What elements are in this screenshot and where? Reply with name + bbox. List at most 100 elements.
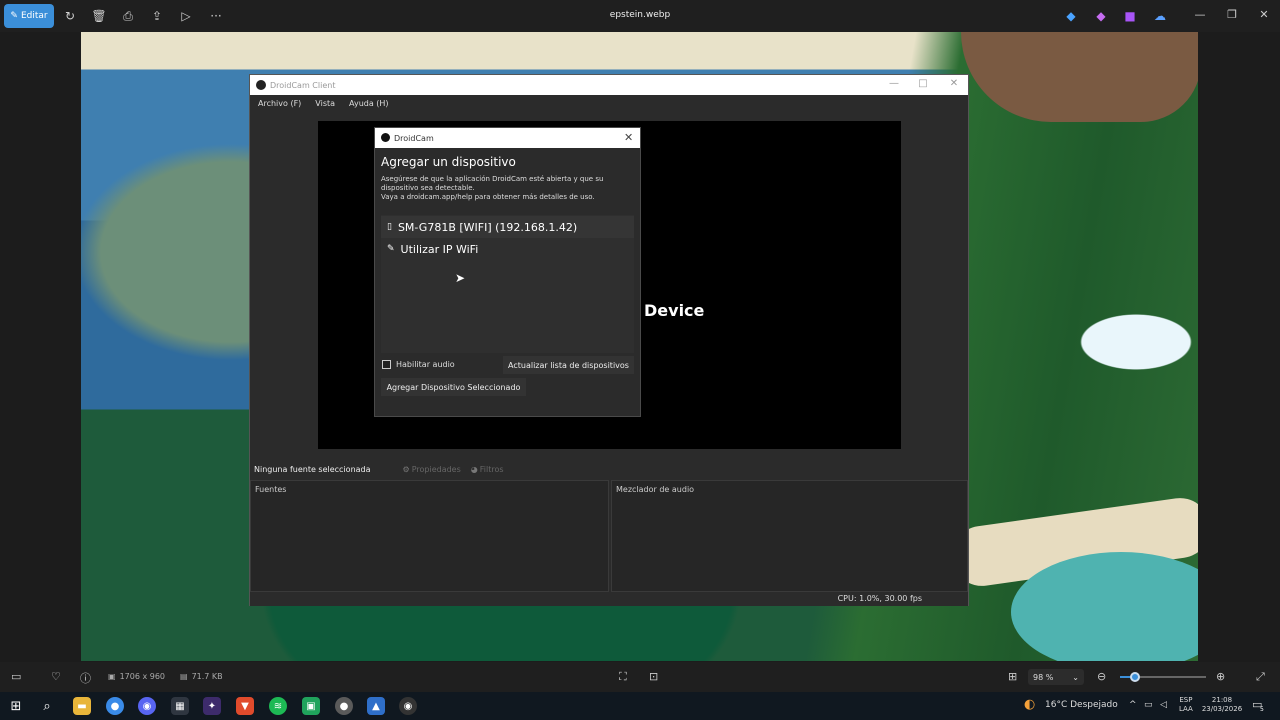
viewer-toolbar: ✎ Editar ↻ 🗑 ⎙ ⇪ ▷ ··· epstein.webp ◆ ◆ … bbox=[0, 0, 1280, 32]
volume-icon[interactable]: ◁ bbox=[1160, 700, 1167, 710]
file-icon: ▤ bbox=[180, 672, 188, 681]
chevron-down-icon: ⌄ bbox=[1072, 672, 1079, 682]
dialog-logo-icon bbox=[381, 133, 390, 142]
fullscreen-icon[interactable]: ⤢ bbox=[1256, 670, 1265, 684]
dialog-desc-2: dispositivo sea detectable. bbox=[381, 184, 475, 192]
properties-button[interactable]: ⚙ Propiedades bbox=[403, 465, 461, 474]
game-icon[interactable]: ✦ bbox=[203, 697, 221, 715]
app-icon-3[interactable]: ■ bbox=[1121, 7, 1139, 25]
dialog-desc-3: Vaya a droidcam.app/help para obtener má… bbox=[381, 193, 595, 201]
info-icon[interactable]: ⓘ bbox=[80, 670, 91, 686]
slideshow-icon[interactable]: ▷ bbox=[177, 7, 195, 25]
edit-icon: ✎ bbox=[387, 244, 395, 254]
clock[interactable]: 21:08 23/03/2026 bbox=[1200, 696, 1244, 714]
dimensions-value: 1706 x 960 bbox=[119, 672, 166, 681]
store-icon[interactable]: ▦ bbox=[171, 697, 189, 715]
preview-label: Device bbox=[644, 301, 705, 320]
filters-label: Filtros bbox=[479, 464, 504, 474]
actual-size-icon[interactable]: ⊞ bbox=[1008, 670, 1017, 683]
close-icon[interactable]: ✕ bbox=[1254, 8, 1274, 21]
checkbox-box bbox=[382, 360, 391, 369]
audio-checkbox[interactable]: Habilitar audio bbox=[382, 360, 455, 369]
device-list: ▯ SM-G781B [WIFI] (192.168.1.42) ✎ Utili… bbox=[381, 215, 634, 353]
delete-icon[interactable]: 🗑 bbox=[90, 7, 108, 25]
zoom-out-icon[interactable]: ⊖ bbox=[1097, 670, 1106, 683]
dc-maximize-icon[interactable]: □ bbox=[915, 78, 931, 89]
device-item-wifi-ip[interactable]: ✎ Utilizar IP WiFi bbox=[381, 238, 634, 260]
filters-button[interactable]: ◕ Filtros bbox=[471, 465, 504, 474]
file-size: ▤ 71.7 KB bbox=[180, 672, 223, 681]
device-label: Utilizar IP WiFi bbox=[400, 242, 479, 256]
app-green-icon[interactable]: ▣ bbox=[302, 697, 320, 715]
explorer-icon[interactable]: ▬ bbox=[73, 697, 91, 715]
dialog-title: DroidCam bbox=[394, 133, 434, 143]
restore-icon[interactable]: ❐ bbox=[1222, 8, 1242, 21]
add-device-button[interactable]: Agregar Dispositivo Seleccionado bbox=[381, 378, 526, 396]
zoom-value: 98 % bbox=[1033, 672, 1054, 682]
photo-rocks bbox=[961, 32, 1198, 122]
dialog-close-icon[interactable]: ✕ bbox=[624, 131, 633, 144]
cloud-icon[interactable]: ☁ bbox=[1151, 7, 1169, 25]
cursor-icon: ➤ bbox=[455, 271, 466, 285]
source-bar: Ninguna fuente seleccionada ⚙ Propiedade… bbox=[250, 458, 968, 480]
share-icon[interactable]: ⇪ bbox=[148, 7, 166, 25]
menu-vista[interactable]: Vista bbox=[315, 99, 335, 108]
app-icon-1[interactable]: ◆ bbox=[1062, 7, 1080, 25]
edit-label: Editar bbox=[20, 11, 48, 21]
dialog-heading: Agregar un dispositivo bbox=[381, 155, 516, 169]
droidcam-taskbar-icon[interactable]: ◉ bbox=[399, 697, 417, 715]
edit-button[interactable]: ✎ Editar bbox=[4, 4, 54, 28]
status-bar: CPU: 1.0%, 30.00 fps bbox=[250, 592, 968, 606]
windows-taskbar: ⊞ ⌕ ▬ ● ◉ ▦ ✦ ▼ ≋ ▣ ● ▲ ◉ ◐ 16°C Despeja… bbox=[0, 692, 1280, 720]
crop-icon[interactable]: ⊡ bbox=[649, 670, 658, 683]
image-dimensions: ▣ 1706 x 960 bbox=[108, 672, 165, 681]
photos-icon[interactable]: ▲ bbox=[367, 697, 385, 715]
fit-icon[interactable]: ⛶ bbox=[619, 670, 627, 684]
droidcam-logo-icon bbox=[256, 80, 266, 90]
add-device-dialog: DroidCam ✕ Agregar un dispositivo Asegúr… bbox=[374, 127, 641, 417]
pencil-icon: ✎ bbox=[10, 11, 18, 21]
brave-icon[interactable]: ▼ bbox=[236, 697, 254, 715]
search-icon[interactable]: ⌕ bbox=[38, 697, 56, 715]
weather-icon: ◐ bbox=[1024, 697, 1036, 712]
phone-icon: ▯ bbox=[387, 222, 392, 232]
zoom-in-icon[interactable]: ⊕ bbox=[1216, 670, 1225, 683]
language-indicator[interactable]: ESP LAA bbox=[1179, 696, 1193, 714]
dc-close-icon[interactable]: ✕ bbox=[946, 78, 962, 89]
sources-panel: Fuentes bbox=[250, 480, 609, 592]
weather-text[interactable]: 16°C Despejado bbox=[1045, 700, 1118, 710]
clock-time: 21:08 bbox=[1211, 696, 1233, 704]
chrome-icon[interactable]: ● bbox=[106, 697, 124, 715]
chrome-profile-icon[interactable]: ● bbox=[335, 697, 353, 715]
app-icon-2[interactable]: ◆ bbox=[1092, 7, 1110, 25]
device-item-phone[interactable]: ▯ SM-G781B [WIFI] (192.168.1.42) bbox=[381, 216, 634, 238]
menu-ayuda[interactable]: Ayuda (H) bbox=[349, 99, 389, 108]
filmstrip-icon[interactable]: ▭ bbox=[11, 670, 21, 683]
discord-icon[interactable]: ◉ bbox=[138, 697, 156, 715]
audio-label: Habilitar audio bbox=[396, 360, 455, 369]
network-icon[interactable]: ▭ bbox=[1144, 700, 1153, 710]
notification-count: 5 bbox=[1260, 706, 1264, 713]
menu-archivo[interactable]: Archivo (F) bbox=[258, 99, 301, 108]
tray-chevron-icon[interactable]: ^ bbox=[1129, 700, 1137, 710]
zoom-slider-thumb[interactable] bbox=[1130, 672, 1140, 682]
lang-top: ESP bbox=[1179, 696, 1193, 704]
refresh-devices-button[interactable]: Actualizar lista de dispositivos bbox=[503, 356, 634, 374]
zoom-select[interactable]: 98 % ⌄ bbox=[1028, 669, 1084, 685]
start-icon[interactable]: ⊞ bbox=[7, 697, 25, 715]
dc-minimize-icon[interactable]: — bbox=[886, 78, 902, 89]
lang-bottom: LAA bbox=[1179, 705, 1193, 713]
dialog-desc-1: Asegúrese de que la aplicación DroidCam … bbox=[381, 175, 604, 183]
more-icon[interactable]: ··· bbox=[207, 7, 225, 25]
rotate-icon[interactable]: ↻ bbox=[61, 7, 79, 25]
gear-icon: ⚙ bbox=[402, 464, 410, 474]
zoom-slider[interactable] bbox=[1120, 672, 1206, 682]
spotify-icon[interactable]: ≋ bbox=[269, 697, 287, 715]
print-icon[interactable]: ⎙ bbox=[119, 7, 137, 25]
viewer-bottombar: ▭ ♡ ⓘ ▣ 1706 x 960 ▤ 71.7 KB ⛶ ⊡ ⊞ 98 % … bbox=[0, 662, 1280, 692]
minimize-icon[interactable]: — bbox=[1190, 8, 1210, 21]
properties-label: Propiedades bbox=[411, 464, 461, 474]
droidcam-title: DroidCam Client bbox=[270, 80, 336, 90]
clock-date: 23/03/2026 bbox=[1201, 705, 1243, 713]
favorite-icon[interactable]: ♡ bbox=[51, 670, 61, 683]
